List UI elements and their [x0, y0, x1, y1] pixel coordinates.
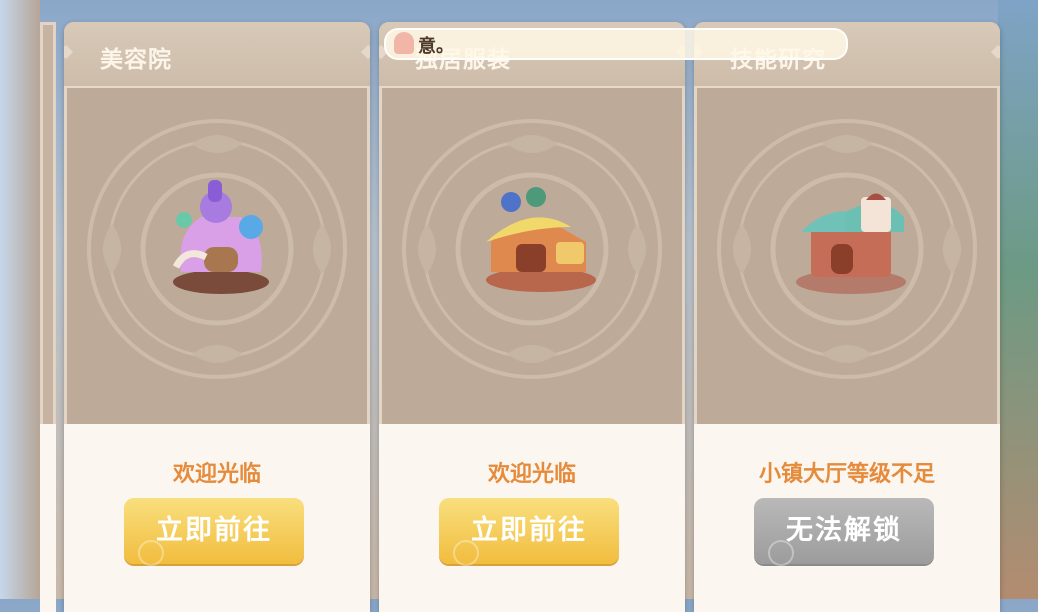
skill-research-building-icon: [796, 193, 906, 294]
partial-card-left: [40, 22, 56, 612]
background-right: [998, 0, 1038, 599]
status-text: 欢迎光临: [487, 462, 576, 487]
building-card-skill-research[interactable]: 技能研究 小镇大厅等级不足 无法解锁: [694, 22, 1000, 612]
building-card-clothing[interactable]: 独居服装 欢迎光临 立即前往: [379, 22, 685, 612]
button-corner-icon: [453, 540, 479, 566]
status-text: 欢迎光临: [172, 462, 261, 487]
beauty-salon-building-icon: [172, 180, 269, 294]
go-now-button[interactable]: 立即前往: [124, 498, 304, 566]
go-now-button[interactable]: 立即前往: [439, 498, 619, 566]
bell-icon: [394, 32, 414, 54]
status-text: 小镇大厅等级不足: [758, 462, 935, 487]
card-header: 美容院: [64, 22, 370, 88]
notification-text: 意。: [418, 36, 454, 57]
background-left: [0, 0, 40, 599]
cannot-unlock-button[interactable]: 无法解锁: [754, 498, 934, 566]
notification-banner: 意。: [384, 28, 848, 60]
card-footer: 欢迎光临 立即前往: [64, 424, 370, 612]
card-footer: 欢迎光临 立即前往: [379, 424, 685, 612]
building-card-beauty-salon[interactable]: 美容院 欢迎光临 立即前往: [64, 22, 370, 612]
card-footer: 小镇大厅等级不足 无法解锁: [694, 424, 1000, 612]
button-label: 立即前往: [156, 515, 272, 546]
button-label: 立即前往: [471, 515, 587, 546]
button-label: 无法解锁: [786, 515, 902, 546]
card-title: 美容院: [100, 47, 172, 73]
button-corner-icon: [768, 540, 794, 566]
clothing-shop-building-icon: [486, 187, 596, 292]
button-corner-icon: [138, 540, 164, 566]
